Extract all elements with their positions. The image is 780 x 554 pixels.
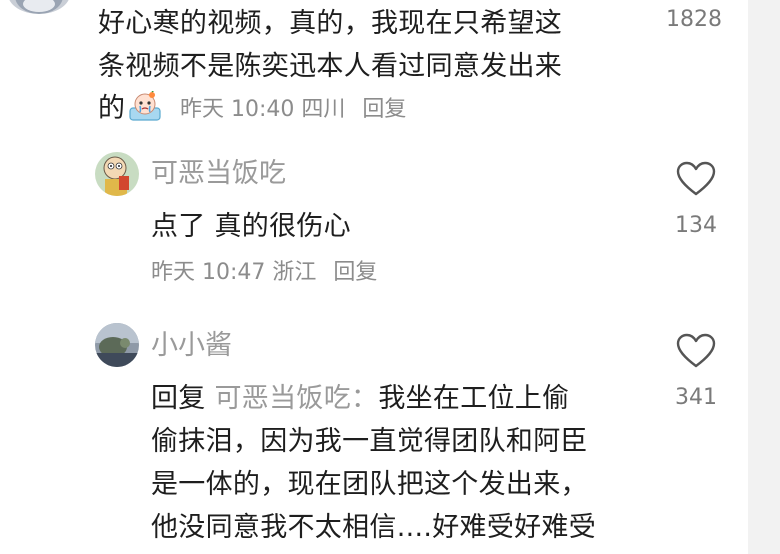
reply-button[interactable]: 回复 [333,260,377,285]
comment-text-line: 是一体的，现在团队把这个发出来， [151,469,588,500]
comment-text-line: 偷抹泪，因为我一直觉得团队和阿臣 [151,426,588,457]
reply-button[interactable]: 回复 [362,97,406,122]
comment-time: 昨天 10:40 [180,97,295,122]
comment-meta: 昨天 10:40 四川 回复 [180,95,406,125]
comment-text-line: 回复 可恶当饭吃：我坐在工位上偷 [151,377,569,420]
comment-text-line: 他没同意我不太相信....好难受好难受 [151,512,597,543]
heart-outline-icon[interactable] [676,161,716,197]
like-count: 341 [675,385,717,410]
comment-text-tail: 的 [98,93,126,124]
comment-location: 浙江 [272,260,317,285]
scrollbar-track[interactable] [748,0,780,554]
like-count: 134 [675,213,717,238]
comment-meta: 昨天 10:47 浙江 回复 [151,258,377,288]
reply-target-username[interactable]: 可恶当饭吃： [215,383,379,414]
comment-text-line: 好心寒的视频，真的，我现在只希望这 [98,8,563,39]
comment-username[interactable]: 小小酱 [151,328,232,364]
reply-prefix: 回复 [151,383,206,414]
crying-cake-sticker-icon [127,89,163,136]
heart-outline-icon[interactable] [676,333,716,369]
avatar[interactable] [95,323,139,367]
avatar[interactable] [8,0,70,14]
comment-text: 点了 真的很伤心 [151,211,351,242]
comment-location: 四川 [301,97,346,122]
comment-username[interactable]: 可恶当饭吃 [151,156,286,192]
comment-text-line: 的 [98,87,163,136]
comment-text-line: 条视频不是陈奕迅本人看过同意发出来 [98,51,563,82]
avatar[interactable] [95,152,139,196]
comment-time: 昨天 10:47 [151,260,266,285]
like-count: 1828 [666,7,722,32]
comment-text-segment: 我坐在工位上偷 [378,383,570,414]
